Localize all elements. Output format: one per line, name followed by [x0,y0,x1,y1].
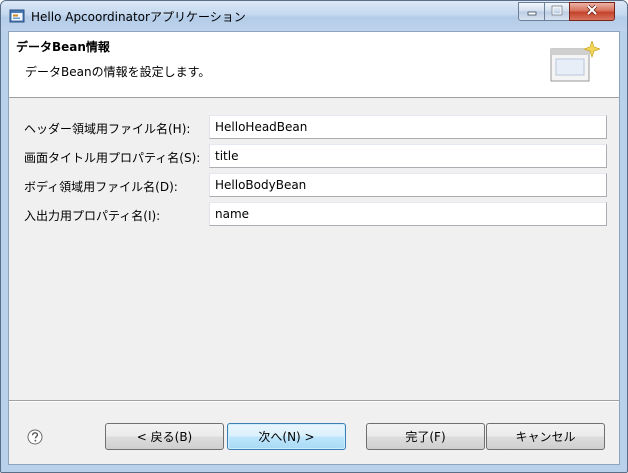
close-button[interactable] [569,2,615,21]
help-question-icon[interactable] [27,429,43,445]
body-file-label: ボディ領域用ファイル名(D): [24,180,178,194]
minimize-icon [526,5,538,19]
button-bar-separator [9,400,619,402]
title-property-input[interactable] [209,144,607,168]
cancel-button[interactable]: キャンセル [486,423,605,450]
body-file-input[interactable] [209,173,607,197]
maximize-icon [551,5,563,19]
header-file-input[interactable] [209,115,607,139]
close-icon [585,4,599,19]
window-title: Hello Apcoordinatorアプリケーション [31,10,246,24]
maximize-button[interactable] [544,2,570,21]
finish-button[interactable]: 完了(F) [366,423,485,450]
page-description: データBeanの情報を設定します。 [25,65,211,79]
title-bar[interactable]: Hello Apcoordinatorアプリケーション [1,1,627,31]
title-property-row: 画面タイトル用プロパティ名(S): [9,144,619,168]
back-button[interactable]: < 戻る(B) [105,423,224,450]
wizard-banner-icon [548,39,602,87]
io-property-label: 入出力用プロパティ名(I): [24,209,161,223]
header-file-label: ヘッダー領域用ファイル名(H): [24,122,191,136]
page-title: データBean情報 [16,40,110,54]
app-window-icon[interactable] [9,8,25,24]
header-file-row: ヘッダー領域用ファイル名(H): [9,115,619,139]
dialog-window: Hello Apcoordinatorアプリケーション データBean情報 デー… [0,0,628,473]
title-property-label: 画面タイトル用プロパティ名(S): [24,151,201,165]
body-file-row: ボディ領域用ファイル名(D): [9,173,619,197]
io-property-row: 入出力用プロパティ名(I): [9,202,619,226]
minimize-button[interactable] [518,2,545,21]
wizard-header: データBean情報 データBeanの情報を設定します。 [9,32,619,98]
next-button[interactable]: 次へ(N) > [227,423,346,450]
dialog-content: データBean情報 データBeanの情報を設定します。 ヘッダー領域用ファイル名… [8,31,620,465]
io-property-input[interactable] [209,202,607,226]
